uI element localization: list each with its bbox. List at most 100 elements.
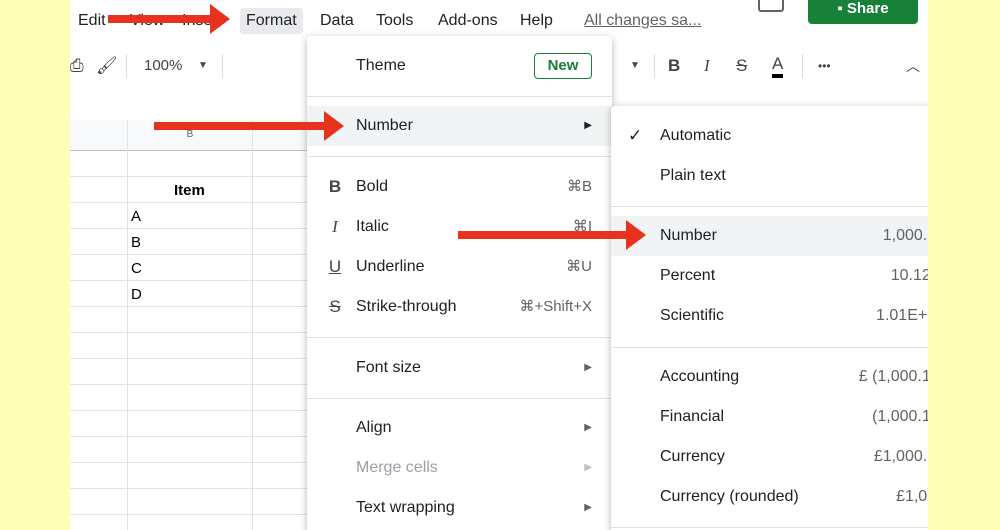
format-accounting[interactable]: Accounting £ (1,000.12) [611, 357, 928, 397]
header-cell-item[interactable]: Item [174, 182, 205, 199]
sheets-screenshot: Edit View Insert Format Data Tools Add-o… [70, 0, 928, 530]
toolbar-divider [222, 54, 223, 78]
format-label: Scientific [660, 307, 725, 324]
format-label: Number [660, 227, 717, 244]
format-currency[interactable]: Currency £1,000.12 [611, 437, 928, 477]
format-label: Percent [660, 267, 716, 284]
menu-item-bold[interactable]: B Bold ⌘B [307, 167, 612, 207]
format-scientific[interactable]: Scientific 1.01E+03 [611, 296, 928, 336]
menu-item-label: Underline [356, 258, 425, 275]
italic-button[interactable]: I [704, 54, 710, 78]
text-color-button[interactable]: A [772, 54, 784, 78]
menu-tools[interactable]: Tools [370, 8, 419, 34]
menu-divider [307, 398, 612, 399]
zoom-select[interactable]: 100% [144, 54, 182, 78]
format-percent[interactable]: Percent 10.12% [611, 256, 928, 296]
number-format-submenu: ✓ Automatic Plain text Number 1,000.12 P… [611, 106, 928, 530]
format-example: 10.12% [890, 267, 928, 284]
menu-item-label: Theme [356, 57, 406, 74]
more-icon[interactable]: ••• [818, 54, 831, 78]
column-line [127, 120, 128, 530]
format-example: £1,000 [896, 488, 928, 505]
menu-item-strikethrough[interactable]: S Strike-through ⌘+Shift+X [307, 287, 612, 327]
submenu-arrow-icon: ▶ [584, 422, 592, 433]
menu-divider [611, 206, 928, 207]
paint-format-icon[interactable]: 🖌︎ [96, 54, 118, 78]
format-label: Currency [660, 448, 725, 465]
menu-item-align[interactable]: Align ▶ [307, 408, 612, 448]
shortcut-label: ⌘U [566, 258, 592, 275]
menu-item-label: Number [356, 117, 413, 134]
format-label: Accounting [660, 368, 740, 385]
chevron-down-icon[interactable]: ▼ [198, 54, 208, 78]
toolbar-divider [802, 54, 803, 78]
checkmark-icon: ✓ [628, 126, 643, 145]
menu-edit[interactable]: Edit [72, 8, 112, 34]
format-example: 1.01E+03 [876, 307, 928, 324]
format-example: 1,000.12 [882, 227, 928, 244]
menu-item-label: Bold [356, 178, 389, 195]
menu-divider [307, 96, 612, 97]
strikethrough-button[interactable]: S [736, 54, 747, 78]
share-label: Share [846, 0, 889, 17]
menu-item-theme[interactable]: Theme New [307, 46, 612, 86]
menu-format[interactable]: Format [240, 8, 303, 34]
collapse-icon[interactable]: ︿ [906, 54, 920, 78]
annotation-arrow [458, 220, 646, 250]
annotation-arrow [154, 111, 344, 141]
menu-item-label: Strike-through [356, 298, 457, 315]
menu-item-italic[interactable]: I Italic ⌘I [307, 207, 612, 247]
format-plain-text[interactable]: Plain text [611, 156, 928, 196]
menu-divider [611, 527, 928, 528]
menu-item-underline[interactable]: U Underline ⌘U [307, 247, 612, 287]
menu-divider [307, 156, 612, 157]
menu-divider [611, 347, 928, 348]
submenu-arrow-icon: ▶ [584, 462, 592, 473]
submenu-arrow-icon: ▶ [584, 120, 592, 131]
format-number[interactable]: Number 1,000.12 [611, 216, 928, 256]
format-label: Financial [660, 408, 725, 425]
print-icon[interactable]: ⎙ [70, 54, 84, 78]
format-financial[interactable]: Financial (1,000.12) [611, 397, 928, 437]
cell-item-b[interactable]: B [131, 234, 141, 251]
format-currency-rounded[interactable]: Currency (rounded) £1,000 [611, 477, 928, 517]
menu-item-font-size[interactable]: Font size ▶ [307, 348, 612, 388]
cell-item-d[interactable]: D [131, 286, 142, 303]
menu-item-label: Align [356, 419, 392, 436]
format-example: £ (1,000.12) [858, 368, 928, 385]
cell-item-a[interactable]: A [131, 208, 141, 225]
menu-item-label: Italic [356, 218, 389, 235]
menu-divider [307, 337, 612, 338]
shortcut-label: ⌘I [572, 218, 592, 235]
menu-help[interactable]: Help [514, 8, 559, 34]
share-button[interactable]: ▪ Share [808, 0, 918, 24]
menu-item-label: Merge cells [356, 459, 438, 476]
shortcut-label: ⌘+Shift+X [519, 298, 592, 315]
menu-item-text-wrapping[interactable]: Text wrapping ▶ [307, 488, 612, 528]
underline-icon: U [328, 257, 342, 276]
save-status-link[interactable]: All changes sa... [584, 8, 701, 34]
annotation-arrow [108, 4, 230, 34]
cell-item-c[interactable]: C [131, 260, 142, 277]
submenu-arrow-icon: ▶ [584, 502, 592, 513]
comment-icon[interactable] [758, 0, 784, 12]
column-line [252, 120, 253, 530]
toolbar-divider [654, 54, 655, 78]
submenu-arrow-icon: ▶ [584, 362, 592, 373]
bold-button[interactable]: B [668, 54, 680, 78]
italic-icon: I [332, 217, 338, 236]
menu-addons[interactable]: Add-ons [432, 8, 504, 34]
format-menu: Theme New Number ▶ B Bold ⌘B I Italic ⌘I… [307, 36, 612, 530]
lock-icon: ▪ [837, 0, 847, 17]
menu-item-merge-cells: Merge cells ▶ [307, 448, 612, 488]
format-example: (1,000.12) [872, 408, 928, 425]
format-example: £1,000.12 [873, 448, 928, 465]
format-label: Automatic [660, 127, 732, 144]
chevron-down-icon[interactable]: ▼ [630, 54, 640, 78]
shortcut-label: ⌘B [566, 178, 592, 195]
menu-data[interactable]: Data [314, 8, 360, 34]
format-label: Plain text [660, 167, 726, 184]
bold-icon: B [328, 177, 342, 196]
format-automatic[interactable]: ✓ Automatic [611, 116, 928, 156]
menu-item-number[interactable]: Number ▶ [307, 106, 612, 146]
